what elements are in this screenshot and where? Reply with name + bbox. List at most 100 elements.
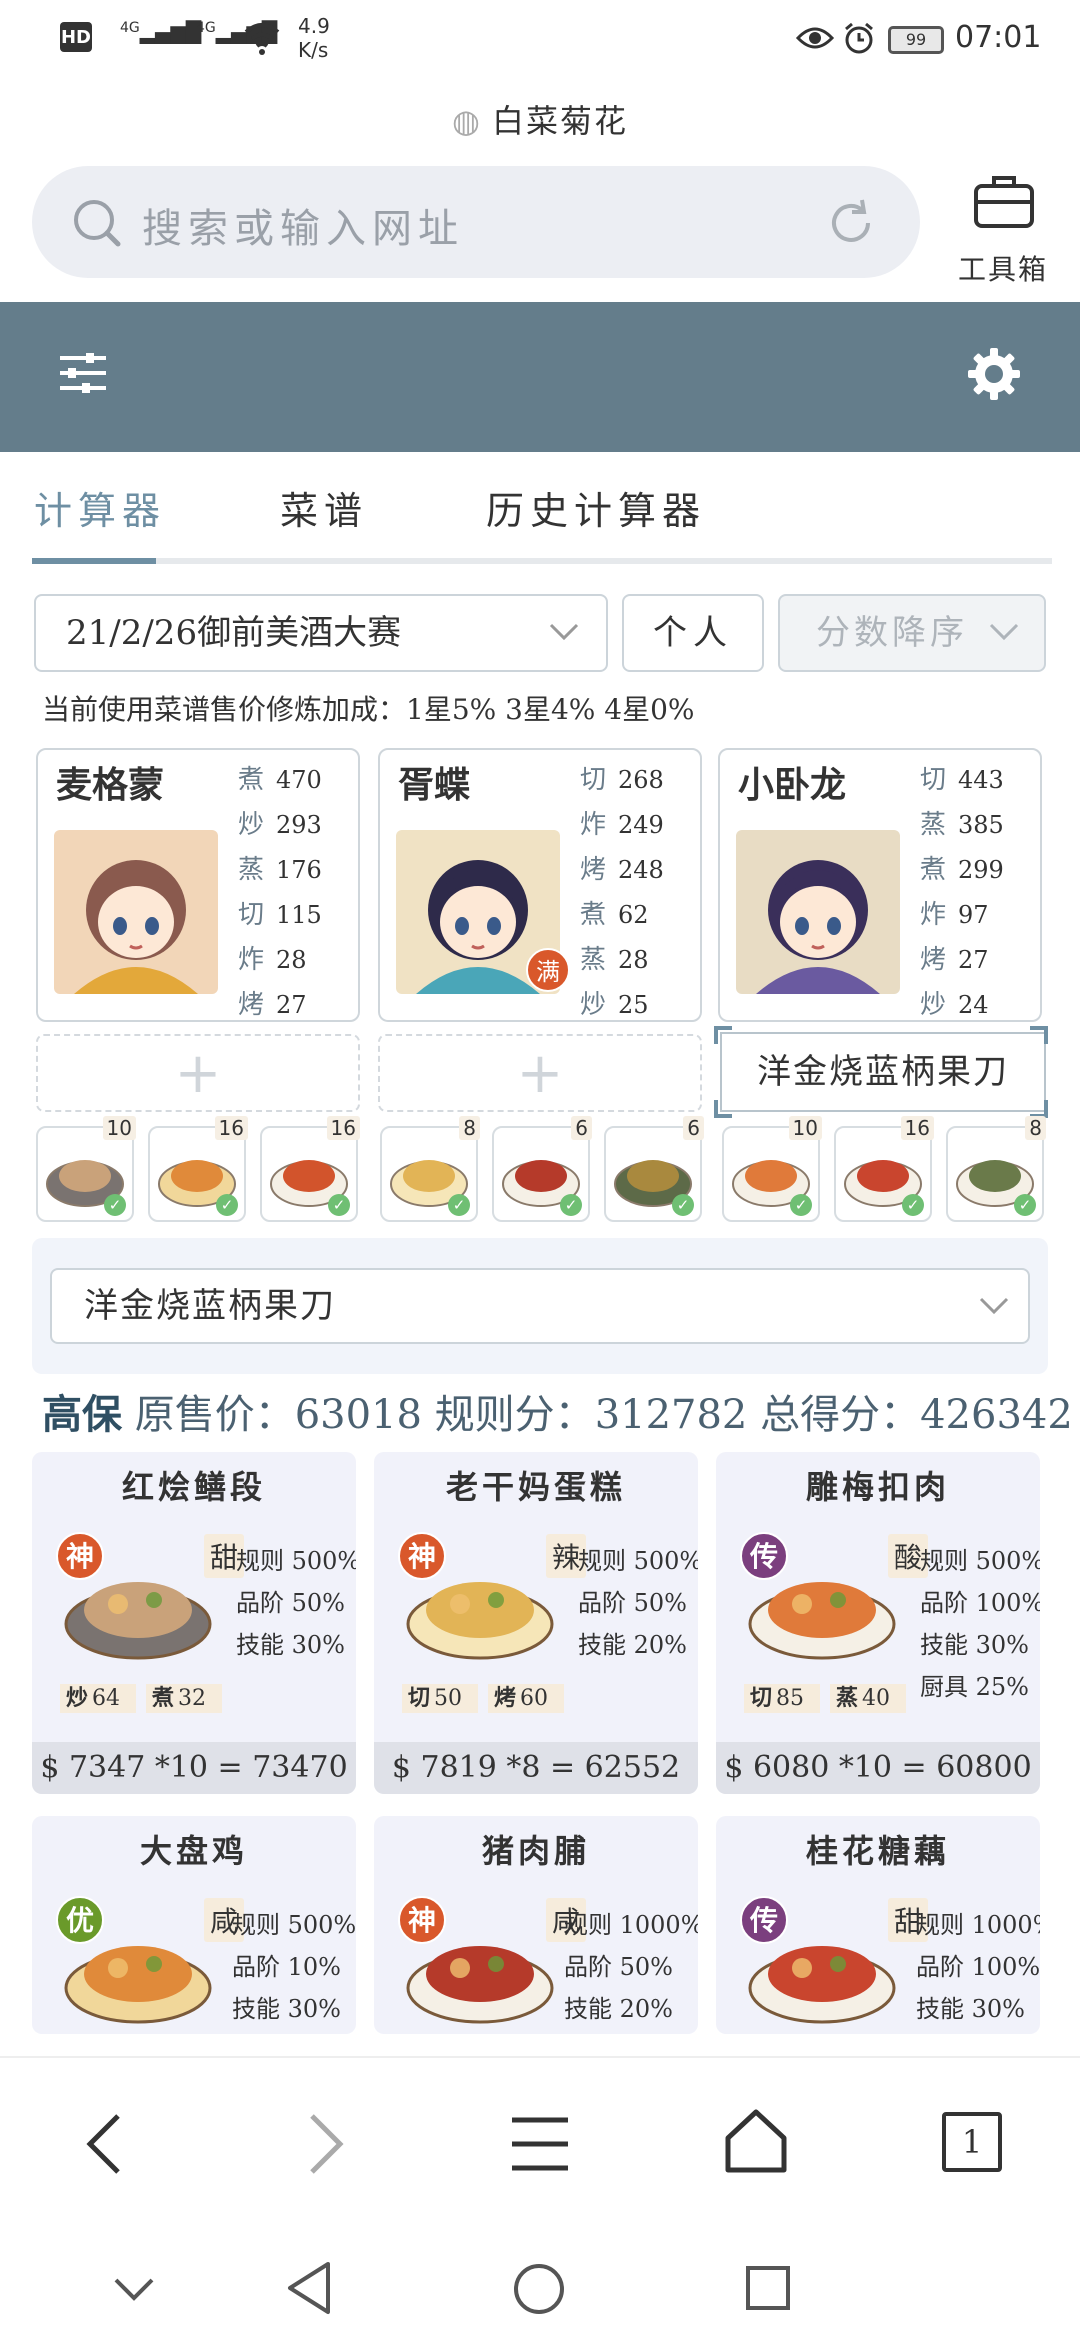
alarm-icon	[845, 22, 873, 54]
chef-skill: 炸 97	[920, 893, 1040, 938]
chef-skill: 切 268	[580, 758, 700, 803]
equipment-dropdown[interactable]: 洋金烧蓝柄果刀	[50, 1268, 1030, 1344]
skill-value: 50	[434, 1686, 463, 1711]
chef-skill: 切 115	[238, 893, 358, 938]
dish-thumb[interactable]: 10 ✓	[722, 1116, 822, 1222]
tab-history[interactable]: 历史计算器	[486, 480, 706, 535]
browser-bottom-nav: 1	[0, 2056, 1080, 2236]
skill-type: 炸	[238, 945, 265, 975]
dish-thumb[interactable]: 8 ✓	[946, 1116, 1046, 1222]
dish-count: 6	[683, 1116, 704, 1140]
dish-thumb[interactable]: 16 ✓	[260, 1116, 360, 1222]
address-bar[interactable]: 搜索或输入网址	[32, 166, 920, 278]
dish-count: 16	[214, 1116, 248, 1140]
dish-card[interactable]: 桂花糖藕传甜规则 1000%品阶 100%技能 30%	[716, 1816, 1040, 2034]
dish-title: 红烩鳝段	[121, 1468, 266, 1506]
forward-icon[interactable]	[306, 2112, 346, 2176]
tab-recipes[interactable]: 菜谱	[280, 480, 368, 535]
system-nav	[0, 2236, 1080, 2340]
tabs-icon[interactable]: 1	[942, 2112, 1002, 2172]
chef-card[interactable]: 麦格蒙 煮 470 炒 293 蒸 176 切 115 炸 28 烤 27	[36, 748, 360, 1022]
rank-badge: 神	[56, 1532, 104, 1580]
dish-title: 桂花糖藕	[805, 1832, 950, 1870]
dish-title: 大盘鸡	[139, 1832, 248, 1870]
check-icon: ✓	[104, 1194, 126, 1216]
skill-type: 炒	[580, 990, 607, 1020]
skill-value: 443	[958, 766, 1004, 794]
skill-type: 煮	[920, 855, 947, 885]
contest-select[interactable]: 21/2/26御前美酒大赛	[34, 594, 608, 672]
site-title[interactable]: ◍ 白菜菊花	[0, 96, 1080, 142]
search-input[interactable]: 搜索或输入网址	[142, 196, 464, 254]
dish-count: 10	[102, 1116, 136, 1140]
dish-count: 16	[900, 1116, 934, 1140]
dish-card[interactable]: 大盘鸡优咸规则 500% 品阶 10% 技能 30%	[32, 1816, 356, 2034]
chef-card[interactable]: 小卧龙 切 443 蒸 385 煮 299 炸 97 烤 27 炒 24	[718, 748, 1042, 1022]
dish-thumb[interactable]: 6 ✓	[604, 1116, 704, 1222]
skill-value: 385	[958, 811, 1004, 839]
rule-line: 技能 30%	[916, 1995, 1025, 2023]
skill-type: 炸	[920, 900, 947, 930]
skill-value: 60	[520, 1686, 549, 1711]
mode-select[interactable]: 个人	[622, 594, 764, 672]
check-icon: ✓	[560, 1194, 582, 1216]
dish-skill: 煮 32	[146, 1684, 223, 1713]
equip-slot-selected[interactable]: 洋金烧蓝柄果刀	[720, 1032, 1046, 1112]
wifi-icon	[244, 23, 280, 55]
rule-line: 品阶 50%	[236, 1589, 345, 1617]
sys-collapse-icon[interactable]	[112, 2276, 156, 2302]
tab-calculator[interactable]: 计算器	[34, 480, 166, 535]
skill-type: 炒	[66, 1685, 89, 1711]
dish-card[interactable]: 猪肉脯神咸规则 1000% 品阶 50% 技能 20%	[374, 1816, 698, 2034]
gear-icon[interactable]	[966, 346, 1022, 402]
menu-icon[interactable]	[510, 2114, 570, 2174]
skill-type: 烤	[580, 855, 607, 885]
dish-thumb[interactable]: 6 ✓	[492, 1116, 592, 1222]
rule-list: 规则 500% 品阶 100% 技能 30% 厨具 25%	[920, 1540, 1040, 1708]
sort-select[interactable]: 分数降序	[778, 594, 1046, 672]
chef-skills: 切 443 蒸 385 煮 299 炸 97 烤 27 炒 24	[920, 758, 1040, 1028]
rank-badge: 优	[56, 1896, 104, 1944]
dish-card[interactable]: 老干妈蛋糕神辣规则 500% 品阶 50% 技能 20% 切 50 烤 60 $ 7819 *…	[374, 1452, 698, 1794]
equip-slot-empty[interactable]: +	[36, 1034, 360, 1112]
rule-line: 品阶 50%	[564, 1953, 673, 1981]
chef-card[interactable]: 胥蝶 切 268 炸 249 烤 248 煮 62 蒸 28 炒 25 满	[378, 748, 702, 1022]
skill-value: 27	[958, 946, 989, 974]
refresh-icon[interactable]	[824, 196, 878, 250]
dish-thumb[interactable]: 10 ✓	[36, 1116, 136, 1222]
rule-line: 品阶 10%	[232, 1953, 341, 1981]
chef-skill: 烤 248	[580, 848, 700, 893]
sys-recent-icon[interactable]	[744, 2264, 792, 2312]
sys-home-icon[interactable]	[512, 2262, 566, 2316]
toolbox-icon	[974, 176, 1034, 228]
skill-value: 176	[276, 856, 322, 884]
dish-thumb[interactable]: 16 ✓	[148, 1116, 248, 1222]
check-icon: ✓	[790, 1194, 812, 1216]
dish-title: 猪肉脯	[481, 1832, 590, 1870]
toolbox-button[interactable]: 工具箱	[948, 168, 1058, 286]
dish-card[interactable]: 红烩鳝段神甜规则 500% 品阶 50% 技能 30% 炒 64 煮 32 $ 7347 *1…	[32, 1452, 356, 1794]
rule-line: 品阶 50%	[578, 1589, 687, 1617]
sys-back-icon[interactable]	[284, 2260, 334, 2316]
chevron-down-icon	[989, 623, 1019, 641]
dish-price: $ 7347 *10 = 73470	[32, 1742, 356, 1794]
toolbox-label: 工具箱	[957, 253, 1048, 286]
skill-value: 248	[618, 856, 664, 884]
search-icon	[74, 200, 121, 247]
check-icon: ✓	[902, 1194, 924, 1216]
check-icon: ✓	[448, 1194, 470, 1216]
dish-card[interactable]: 雕梅扣肉传酸规则 500% 品阶 100% 技能 30% 厨具 25% 切 85 蒸 40 $ …	[716, 1452, 1040, 1794]
skill-value: 115	[276, 901, 322, 929]
dish-skill: 切 50	[402, 1684, 479, 1713]
home-icon[interactable]	[724, 2108, 788, 2174]
chef-skill: 煮 470	[238, 758, 358, 803]
back-icon[interactable]	[84, 2112, 124, 2176]
rule-line: 技能 20%	[564, 1995, 673, 2023]
dish-thumb[interactable]: 16 ✓	[834, 1116, 934, 1222]
chef-skill: 烤 27	[920, 938, 1040, 983]
skill-value: 249	[618, 811, 664, 839]
dish-thumb[interactable]: 8 ✓	[380, 1116, 480, 1222]
filter-icon[interactable]	[58, 348, 108, 398]
equip-slot-empty[interactable]: +	[378, 1034, 702, 1112]
skill-type: 切	[238, 900, 265, 930]
